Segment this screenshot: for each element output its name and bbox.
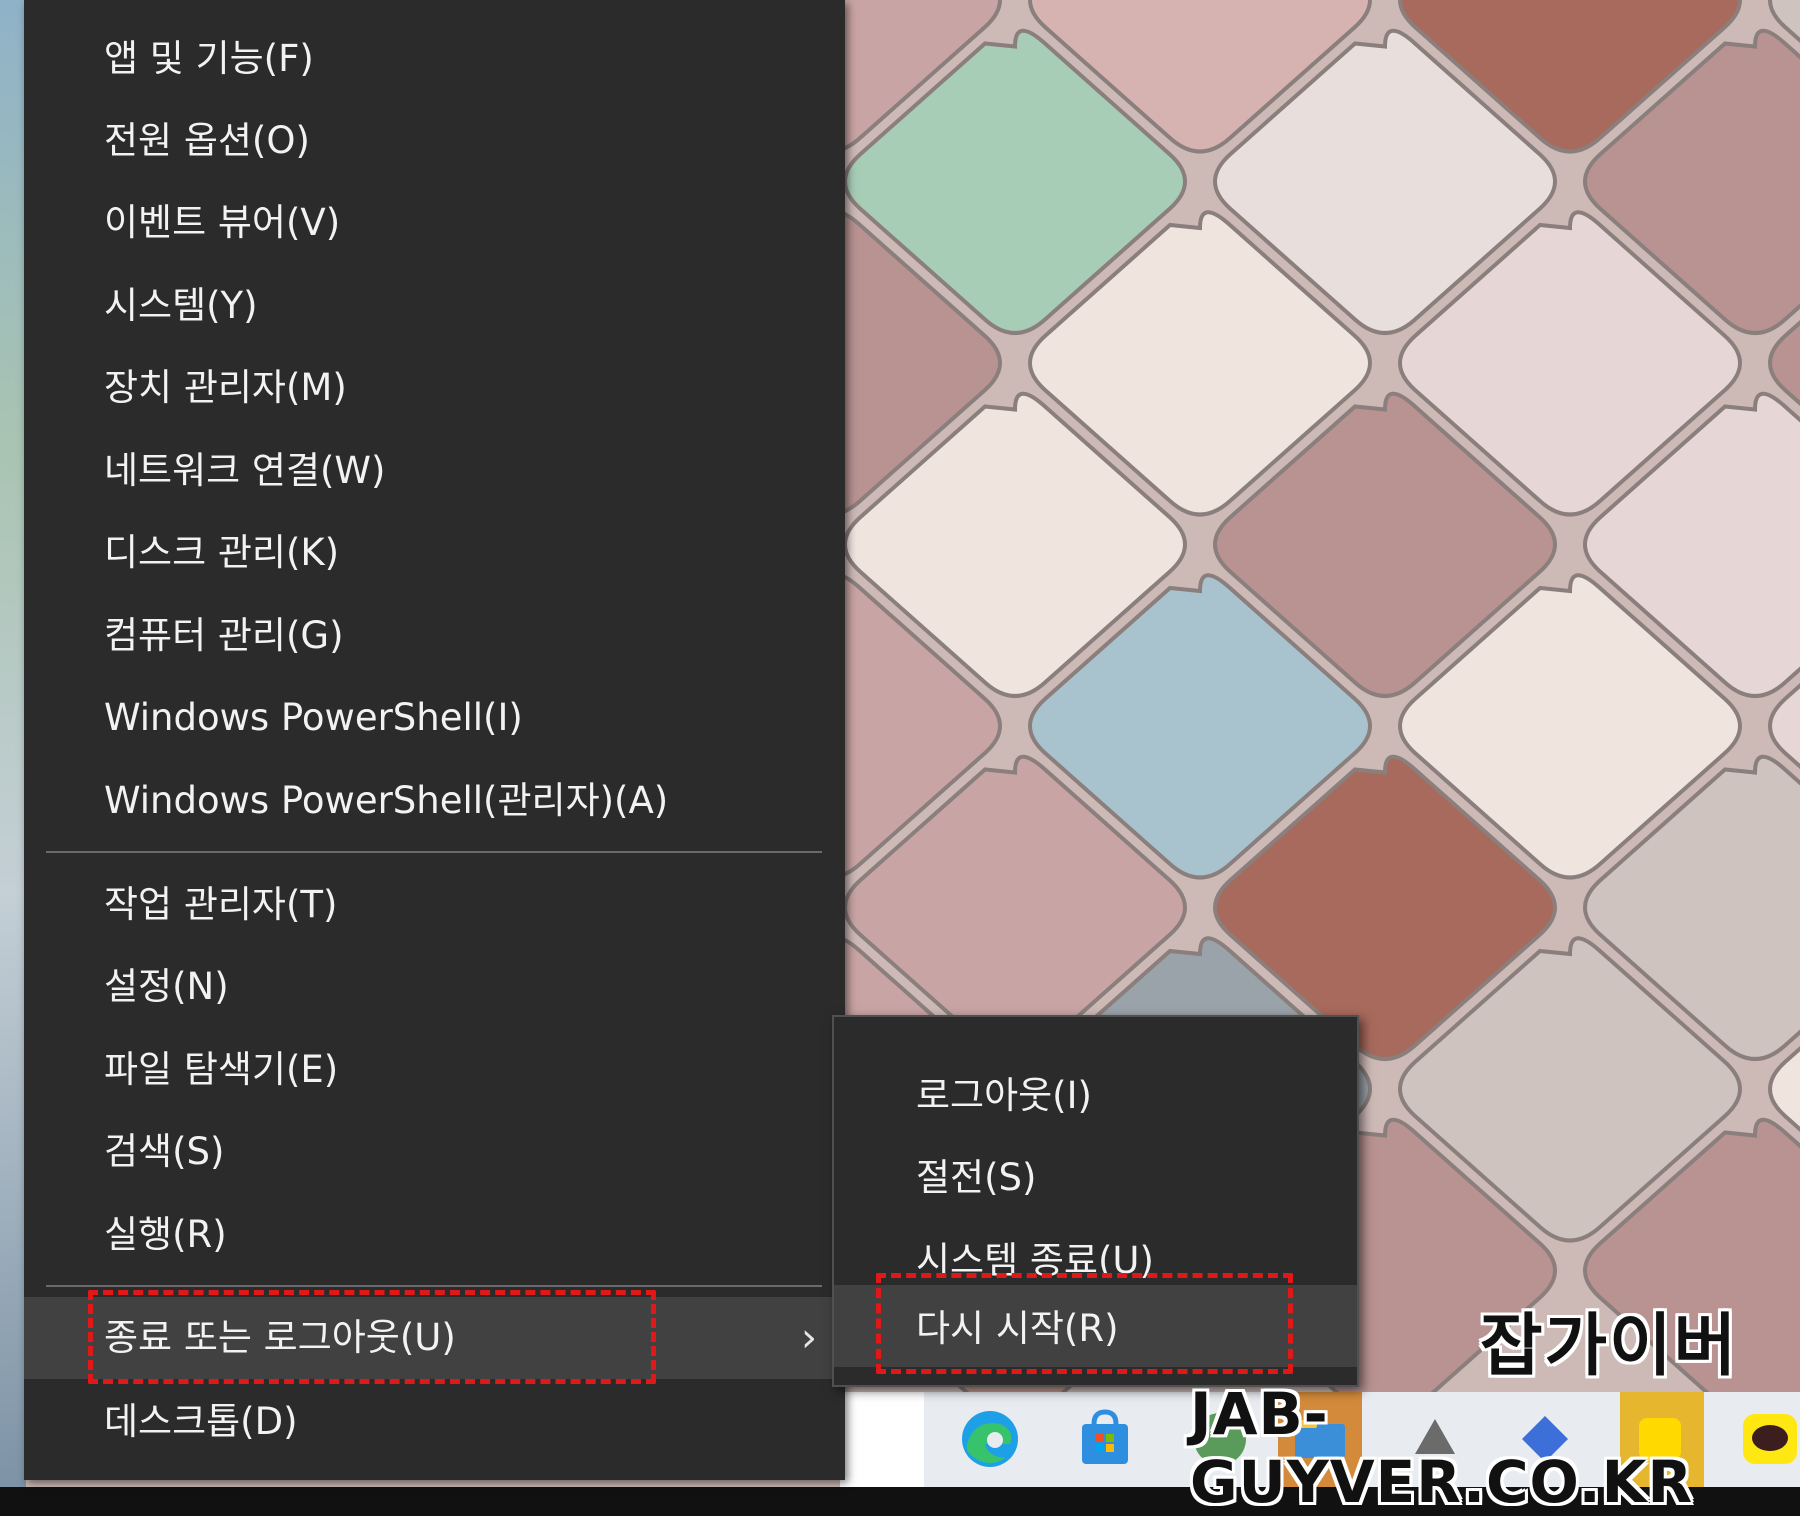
menu-item-computer-management[interactable]: 컴퓨터 관리(G) [24, 595, 845, 677]
menu-item-label: 실행(R) [104, 1213, 227, 1256]
menu-item-label: 이벤트 뷰어(V) [104, 201, 341, 244]
menu-item-device-manager[interactable]: 장치 관리자(M) [24, 347, 845, 429]
menu-item-disk-management[interactable]: 디스크 관리(K) [24, 512, 845, 594]
highlight-box-restart [876, 1273, 1293, 1374]
menu-item-system[interactable]: 시스템(Y) [24, 265, 845, 347]
menu-item-label: 앱 및 기능(F) [104, 37, 314, 80]
edge-icon[interactable] [955, 1404, 1025, 1474]
menu-item-network-connections[interactable]: 네트워크 연결(W) [24, 430, 845, 512]
menu-item-label: 설정(N) [104, 965, 229, 1008]
menu-item-label: 전원 옵션(O) [104, 119, 310, 162]
menu-item-run[interactable]: 실행(R) [24, 1194, 845, 1276]
submenu-item-label: 절전(S) [916, 1156, 1037, 1199]
chevron-right-icon: › [801, 1315, 817, 1361]
background-window-edge [0, 0, 26, 1487]
watermark-korean: 잡가이버 [1480, 1307, 1739, 1386]
menu-item-label: 장치 관리자(M) [104, 366, 347, 409]
highlight-box-shutdown [88, 1290, 656, 1384]
menu-item-label: 작업 관리자(T) [104, 883, 338, 926]
menu-item-settings[interactable]: 설정(N) [24, 946, 845, 1028]
store-icon[interactable] [1070, 1404, 1140, 1474]
menu-item-file-explorer[interactable]: 파일 탐색기(E) [24, 1029, 845, 1111]
menu-separator [46, 851, 822, 853]
menu-item-event-viewer[interactable]: 이벤트 뷰어(V) [24, 182, 845, 264]
menu-item-label: 검색(S) [104, 1130, 225, 1173]
menu-item-desktop[interactable]: 데스크톱(D) [24, 1381, 845, 1463]
menu-item-power-options[interactable]: 전원 옵션(O) [24, 100, 845, 182]
menu-item-label: 파일 탐색기(E) [104, 1048, 339, 1091]
menu-item-label: Windows PowerShell(I) [104, 696, 523, 739]
menu-item-label: 디스크 관리(K) [104, 531, 340, 574]
menu-item-label: 컴퓨터 관리(G) [104, 614, 344, 657]
menu-item-search[interactable]: 검색(S) [24, 1111, 845, 1193]
menu-item-label: 데스크톱(D) [104, 1400, 298, 1443]
winx-context-menu: 앱 및 기능(F) 전원 옵션(O) 이벤트 뷰어(V) 시스템(Y) 장치 관… [24, 0, 845, 1480]
menu-item-powershell-admin[interactable]: Windows PowerShell(관리자)(A) [24, 760, 845, 842]
menu-item-task-manager[interactable]: 작업 관리자(T) [24, 864, 845, 946]
menu-item-label: 시스템(Y) [104, 284, 258, 327]
taskbar-blank [840, 1392, 924, 1487]
submenu-item-signout[interactable]: 로그아웃(I) [834, 1055, 1357, 1137]
submenu-item-sleep[interactable]: 절전(S) [834, 1137, 1357, 1219]
menu-item-label: Windows PowerShell(관리자)(A) [104, 779, 669, 822]
menu-item-powershell[interactable]: Windows PowerShell(I) [24, 677, 845, 759]
watermark-site: JAB-GUYVER.CO.KR [1190, 1380, 1694, 1516]
menu-item-label: 네트워크 연결(W) [104, 449, 386, 492]
menu-item-apps-features[interactable]: 앱 및 기능(F) [24, 18, 845, 100]
submenu-item-label: 로그아웃(I) [916, 1074, 1092, 1117]
menu-separator [46, 1285, 822, 1287]
